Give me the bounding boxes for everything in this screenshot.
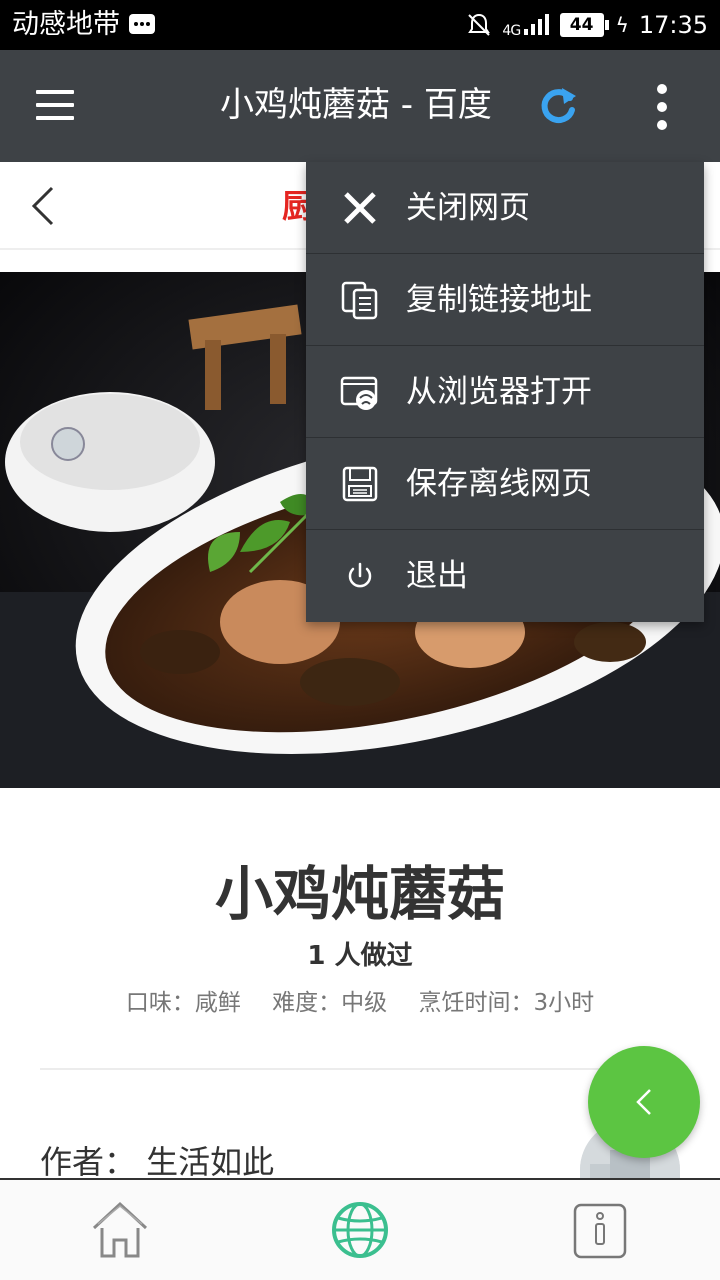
signal-icon: 4G [502,13,549,38]
flavor: 口味：咸鲜 [125,990,241,1016]
copy-link-icon [341,281,378,320]
bottom-nav [0,1178,720,1280]
clock: 17:35 [638,11,708,39]
cook-time: 烹饪时间：3小时 [418,990,595,1016]
menu-item-label: 关闭网页 [406,190,530,226]
recipe-title: 小鸡炖蘑菇 [214,860,505,928]
back-chevron-icon[interactable] [28,184,58,228]
hamburger-menu-icon[interactable] [36,90,74,120]
menu-item-save-offline[interactable]: 保存离线网页 [306,438,704,530]
recipe-meta: 口味：咸鲜 难度：中级 烹饪时间：3小时 [0,986,720,1020]
made-count: 1 人做过 [307,941,413,971]
network-type: 4G [502,22,521,39]
menu-item-copy-link[interactable]: 复制链接地址 [306,254,704,346]
signal-bars-icon [523,13,549,35]
save-offline-icon [342,466,378,502]
menu-item-label: 退出 [406,558,468,594]
menu-item-label: 保存离线网页 [406,466,592,502]
info-icon[interactable] [572,1202,628,1260]
close-icon [344,192,376,224]
globe-icon[interactable] [330,1200,390,1260]
refresh-icon[interactable] [536,84,580,128]
menu-item-label: 从浏览器打开 [406,374,592,410]
home-icon[interactable] [90,1198,150,1262]
menu-item-open-in-browser[interactable]: 从浏览器打开 [306,346,704,438]
charging-icon: ϟ [615,13,629,37]
chevron-left-icon [636,1089,651,1115]
power-icon [348,562,372,588]
more-options-icon[interactable] [650,84,674,130]
overflow-menu: 关闭网页 复制链接地址 从浏览器打开 保存离线网页 退出 [306,162,704,622]
app-header: 小鸡炖蘑菇 - 百度 [0,50,720,162]
menu-item-close-page[interactable]: 关闭网页 [306,162,704,254]
menu-item-label: 复制链接地址 [406,282,592,318]
menu-item-exit[interactable]: 退出 [306,530,704,622]
battery-icon: 44 [559,13,609,37]
message-icon [129,14,155,34]
floating-back-button[interactable] [588,1046,700,1158]
page-title: 小鸡炖蘑菇 - 百度 [220,85,492,125]
divider [40,1068,680,1070]
carrier-name: 动感地带 [12,9,120,40]
status-icons: 4G 44 ϟ 17:35 [466,8,708,42]
bell-muted-icon [468,13,491,36]
difficulty: 难度：中级 [272,990,388,1016]
status-bar: 动感地带 4G 44 ϟ 17:35 [0,0,720,50]
open-browser-icon [340,376,378,410]
